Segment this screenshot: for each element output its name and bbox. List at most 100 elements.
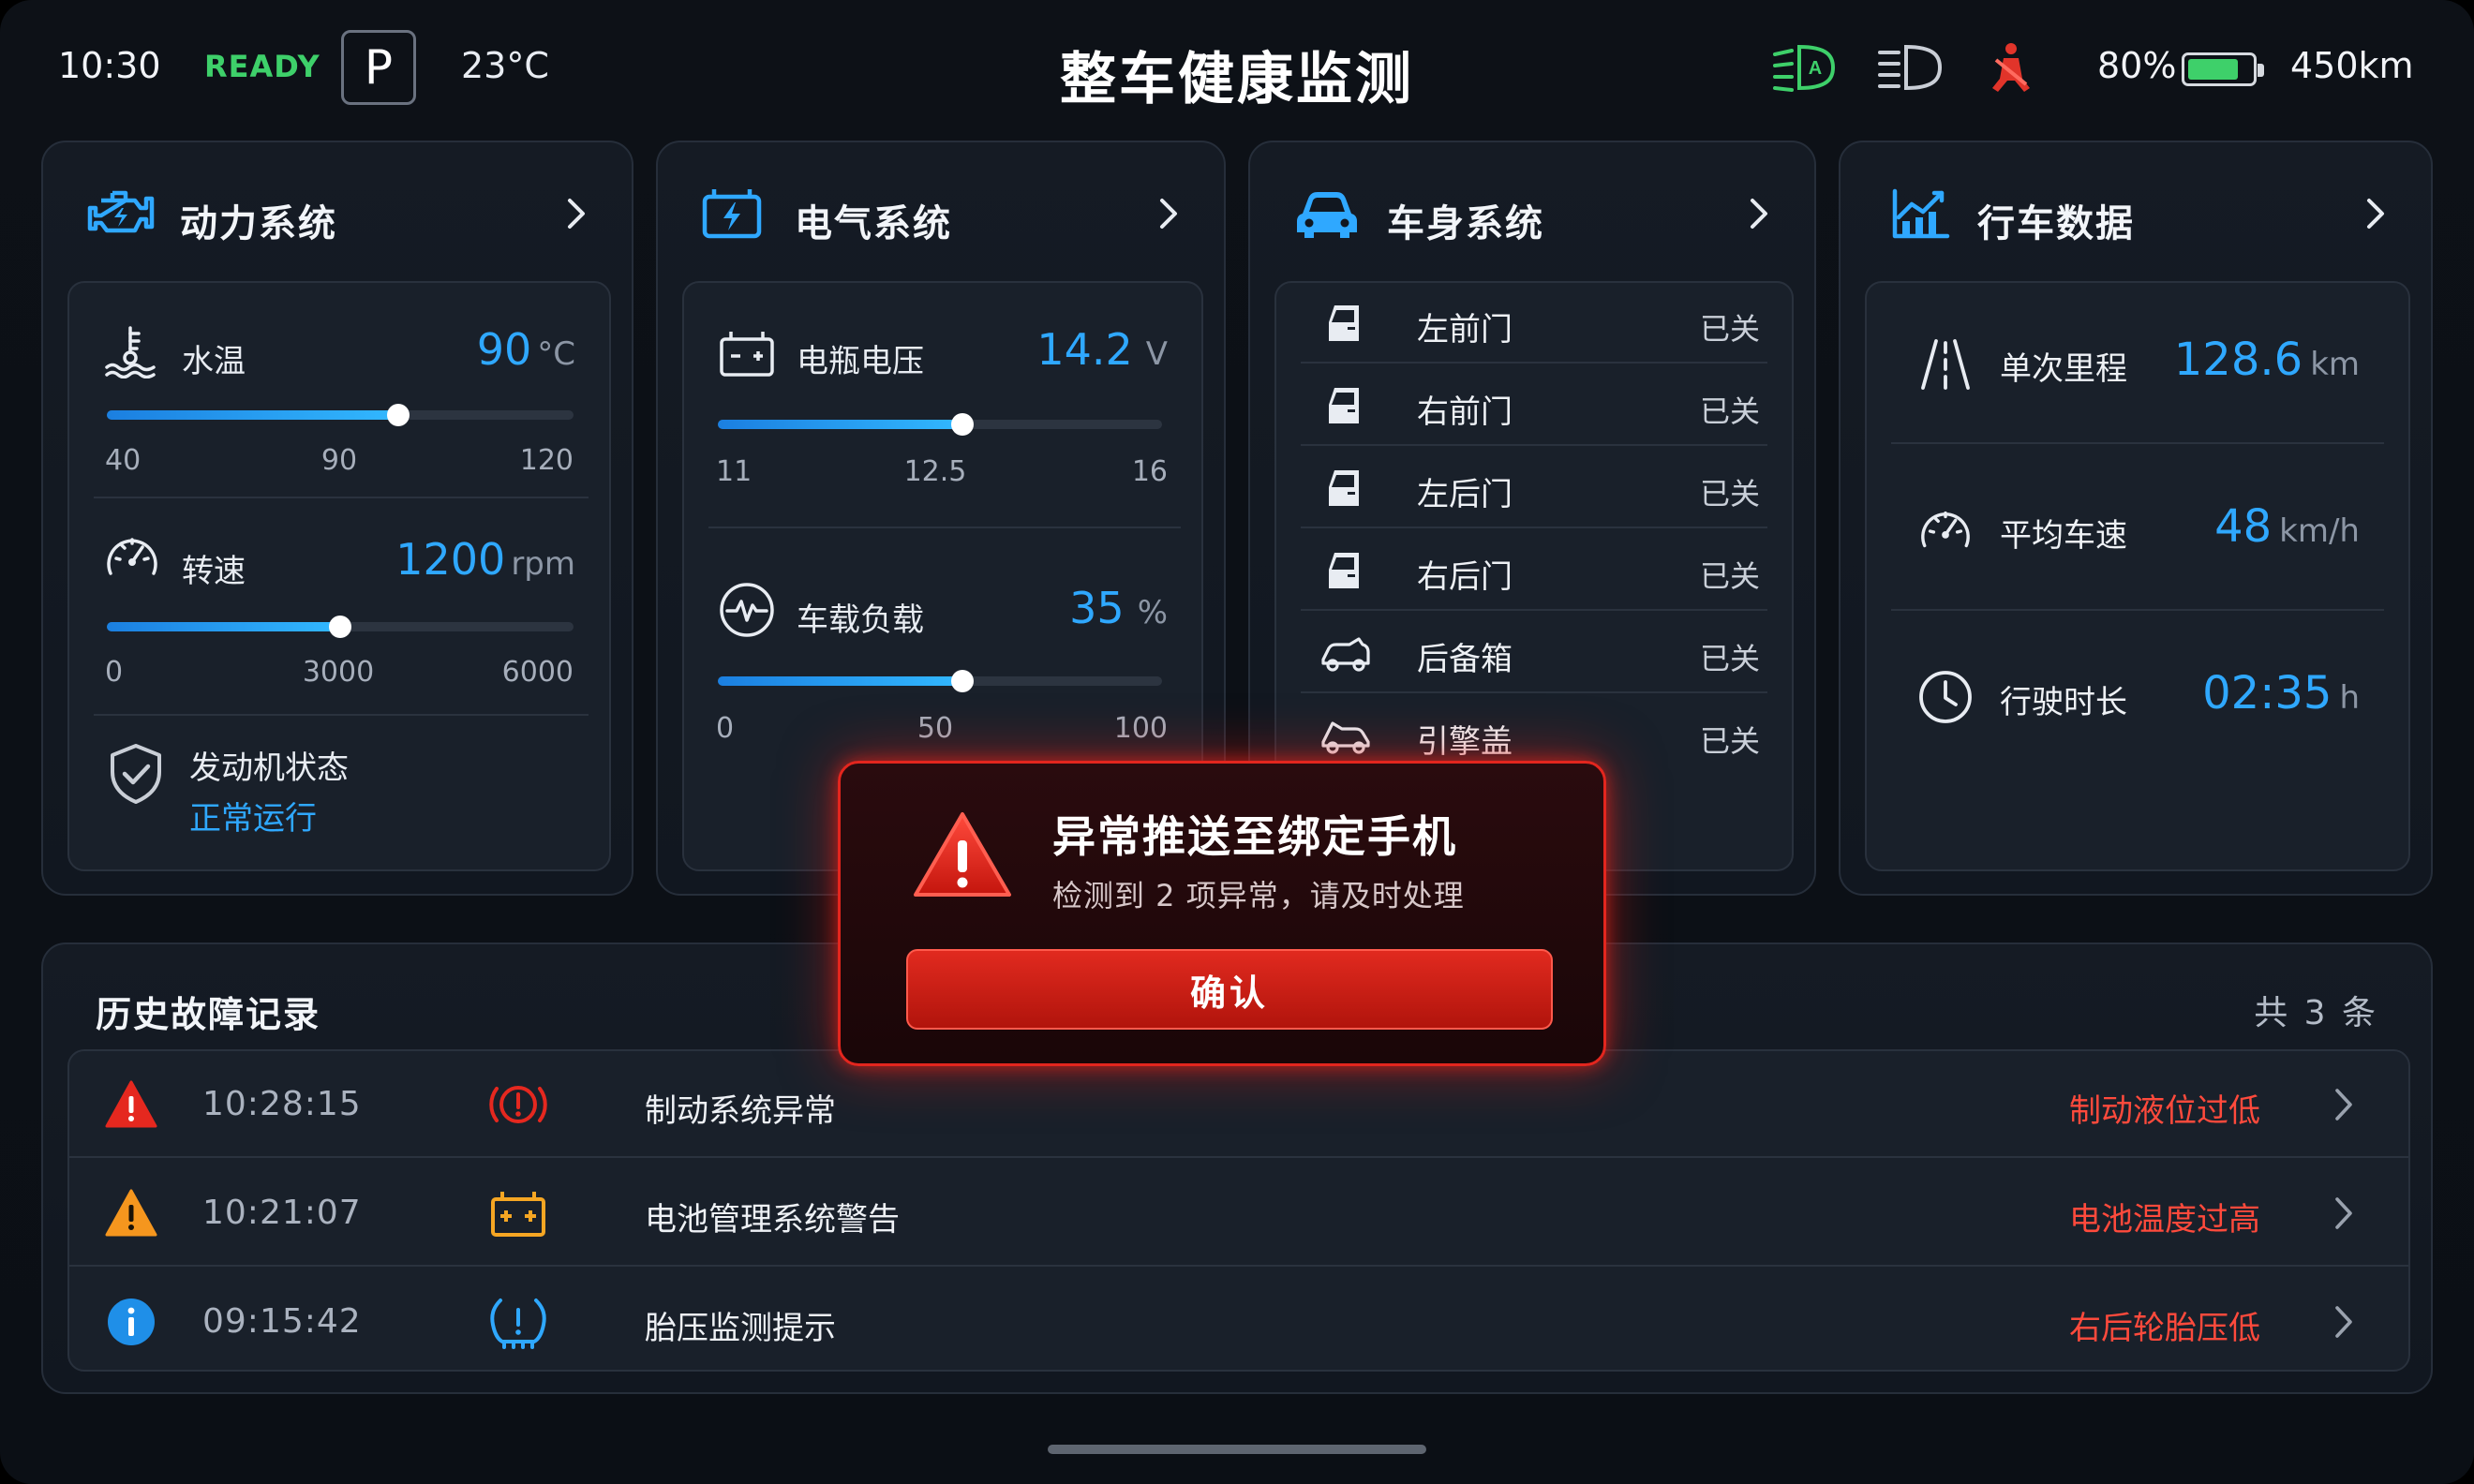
power-card-title: 动力系统	[180, 202, 337, 245]
battery-bolt-icon	[702, 189, 762, 239]
power-card-header[interactable]: 动力系统	[43, 142, 632, 274]
load-tick-mid: 50	[917, 712, 954, 745]
battery-icon	[2182, 52, 2264, 86]
alert-modal: 异常推送至绑定手机 检测到 2 项异常，请及时处理 确认	[838, 761, 1606, 1066]
door-icon	[1329, 553, 1359, 588]
chevron-right-icon[interactable]	[2328, 1195, 2360, 1231]
rpm-number: 1200	[395, 534, 506, 585]
trip-label: 平均车速	[2000, 517, 2127, 555]
body-card-header[interactable]: 车身系统	[1250, 142, 1814, 274]
remaining-range: 450km	[2290, 45, 2414, 86]
divider	[94, 497, 589, 498]
clock-icon	[1919, 671, 1972, 723]
load-pulse-icon	[720, 583, 774, 637]
door-icon	[1329, 470, 1359, 506]
fault-time: 10:28:15	[202, 1085, 362, 1123]
electrical-card-title: 电气系统	[795, 202, 952, 245]
divider	[708, 527, 1181, 528]
water-temp-gauge-fill	[107, 410, 399, 420]
vehicle-load-gauge-fill	[718, 676, 962, 686]
door-row-front-right: 右前门 已关	[1301, 365, 1767, 446]
alert-title: 异常推送至绑定手机	[1052, 811, 1457, 862]
load-tick-min: 0	[716, 712, 735, 745]
fault-row-tire-pressure[interactable]: 09:15:42 胎压监测提示 右后轮胎压低	[69, 1269, 2408, 1370]
low-beam-icon	[1878, 44, 1943, 91]
door-name: 引擎盖	[1417, 723, 1513, 761]
car-icon	[1297, 192, 1357, 238]
shield-check-icon	[111, 744, 161, 804]
door-state: 已关	[1699, 641, 1760, 676]
info-icon	[108, 1298, 155, 1345]
trip-value: 128.6 km	[2174, 334, 2360, 386]
fault-name: 制动系统异常	[645, 1092, 836, 1130]
chevron-right-icon[interactable]	[2328, 1087, 2360, 1122]
fault-time: 09:15:42	[202, 1302, 362, 1341]
water-temp-tick-mid: 90	[320, 444, 358, 477]
rpm-gauge	[107, 616, 574, 638]
fault-row-brake[interactable]: 10:28:15 制动系统异常 制动液位过低	[69, 1051, 2408, 1158]
chevron-right-icon[interactable]	[1741, 197, 1775, 230]
chevron-right-icon[interactable]	[1151, 197, 1185, 230]
chevron-right-icon[interactable]	[559, 197, 592, 230]
vehicle-load-number: 35	[1069, 583, 1125, 633]
power-system-card[interactable]: 动力系统 水温 90 °C 40 90 120 转速 1200 rpm 0 30…	[41, 141, 633, 896]
load-tick-max: 100	[1113, 712, 1168, 745]
rpm-tick-max: 6000	[501, 656, 574, 689]
water-temp-gauge	[107, 404, 574, 426]
door-name: 右前门	[1417, 393, 1513, 431]
fault-detail: 电池温度过高	[2069, 1201, 2260, 1239]
tire-pressure-icon	[490, 1298, 546, 1349]
door-name: 左前门	[1417, 311, 1513, 349]
chevron-right-icon[interactable]	[2358, 197, 2392, 230]
coolant-temperature-icon	[105, 326, 156, 378]
rpm-gauge-knob	[329, 616, 351, 638]
fault-name: 胎压监测提示	[645, 1310, 836, 1347]
water-temp-tick-min: 40	[105, 444, 142, 477]
battery-voltage-gauge-knob	[950, 413, 974, 436]
trip-data-card[interactable]: 行车数据 单次里程 128.6 km 平均车速 48 km/h 行驶时长 02:…	[1839, 141, 2433, 896]
hood-icon	[1321, 721, 1370, 754]
water-temp-unit: °C	[537, 335, 575, 373]
fault-time: 10:21:07	[202, 1194, 362, 1232]
trip-row-distance: 单次里程 128.6 km	[1891, 283, 2384, 444]
battery-voltage-gauge	[718, 413, 1162, 436]
fault-name: 电池管理系统警告	[645, 1201, 900, 1239]
vehicle-load-gauge	[718, 670, 1162, 692]
alert-triangle-icon	[914, 812, 1011, 897]
voltage-tick-mid: 12.5	[903, 455, 967, 488]
trip-number: 02:35	[2202, 667, 2332, 720]
trip-value: 02:35 h	[2202, 667, 2360, 720]
door-icon	[1329, 388, 1359, 423]
battery-voltage-gauge-fill	[718, 420, 962, 429]
trip-card-header[interactable]: 行车数据	[1841, 142, 2431, 274]
fault-row-battery[interactable]: 10:21:07 电池管理系统警告 电池温度过高	[69, 1160, 2408, 1267]
clock: 10:30	[58, 45, 161, 86]
trip-number: 48	[2214, 500, 2273, 553]
trip-row-duration: 行驶时长 02:35 h	[1891, 616, 2384, 778]
status-bar: 10:30 READY P 23°C 整车健康监测 A 80% 450km	[0, 0, 2474, 141]
trip-metrics-panel: 单次里程 128.6 km 平均车速 48 km/h 行驶时长 02:35 h	[1865, 281, 2410, 871]
svg-text:A: A	[1809, 58, 1822, 79]
trip-label: 行驶时长	[2000, 684, 2127, 721]
engine-status-value: 正常运行	[189, 800, 317, 838]
door-state: 已关	[1699, 476, 1760, 512]
trip-unit: km	[2310, 346, 2360, 383]
fault-detail: 右后轮胎压低	[2069, 1310, 2260, 1347]
home-indicator[interactable]	[1048, 1445, 1426, 1454]
trip-number: 128.6	[2173, 334, 2303, 386]
chart-icon	[1892, 188, 1950, 239]
chevron-right-icon[interactable]	[2328, 1304, 2360, 1340]
battery-voltage-label: 电瓶电压	[797, 343, 924, 380]
error-warning-icon	[105, 1080, 157, 1128]
seatbelt-warning-icon	[1992, 43, 2030, 92]
door-row-front-left: 左前门 已关	[1301, 283, 1767, 364]
gear-indicator: P	[341, 30, 416, 105]
water-temp-value: 90 °C	[477, 324, 575, 375]
vehicle-load-label: 车载负载	[797, 601, 924, 639]
battery-voltage-value: 14.2 V	[1036, 324, 1168, 375]
door-row-rear-left: 左后门 已关	[1301, 448, 1767, 528]
door-name: 后备箱	[1417, 641, 1513, 678]
confirm-button[interactable]: 确认	[906, 949, 1553, 1030]
electrical-card-header[interactable]: 电气系统	[658, 142, 1224, 274]
door-state: 已关	[1699, 723, 1760, 759]
